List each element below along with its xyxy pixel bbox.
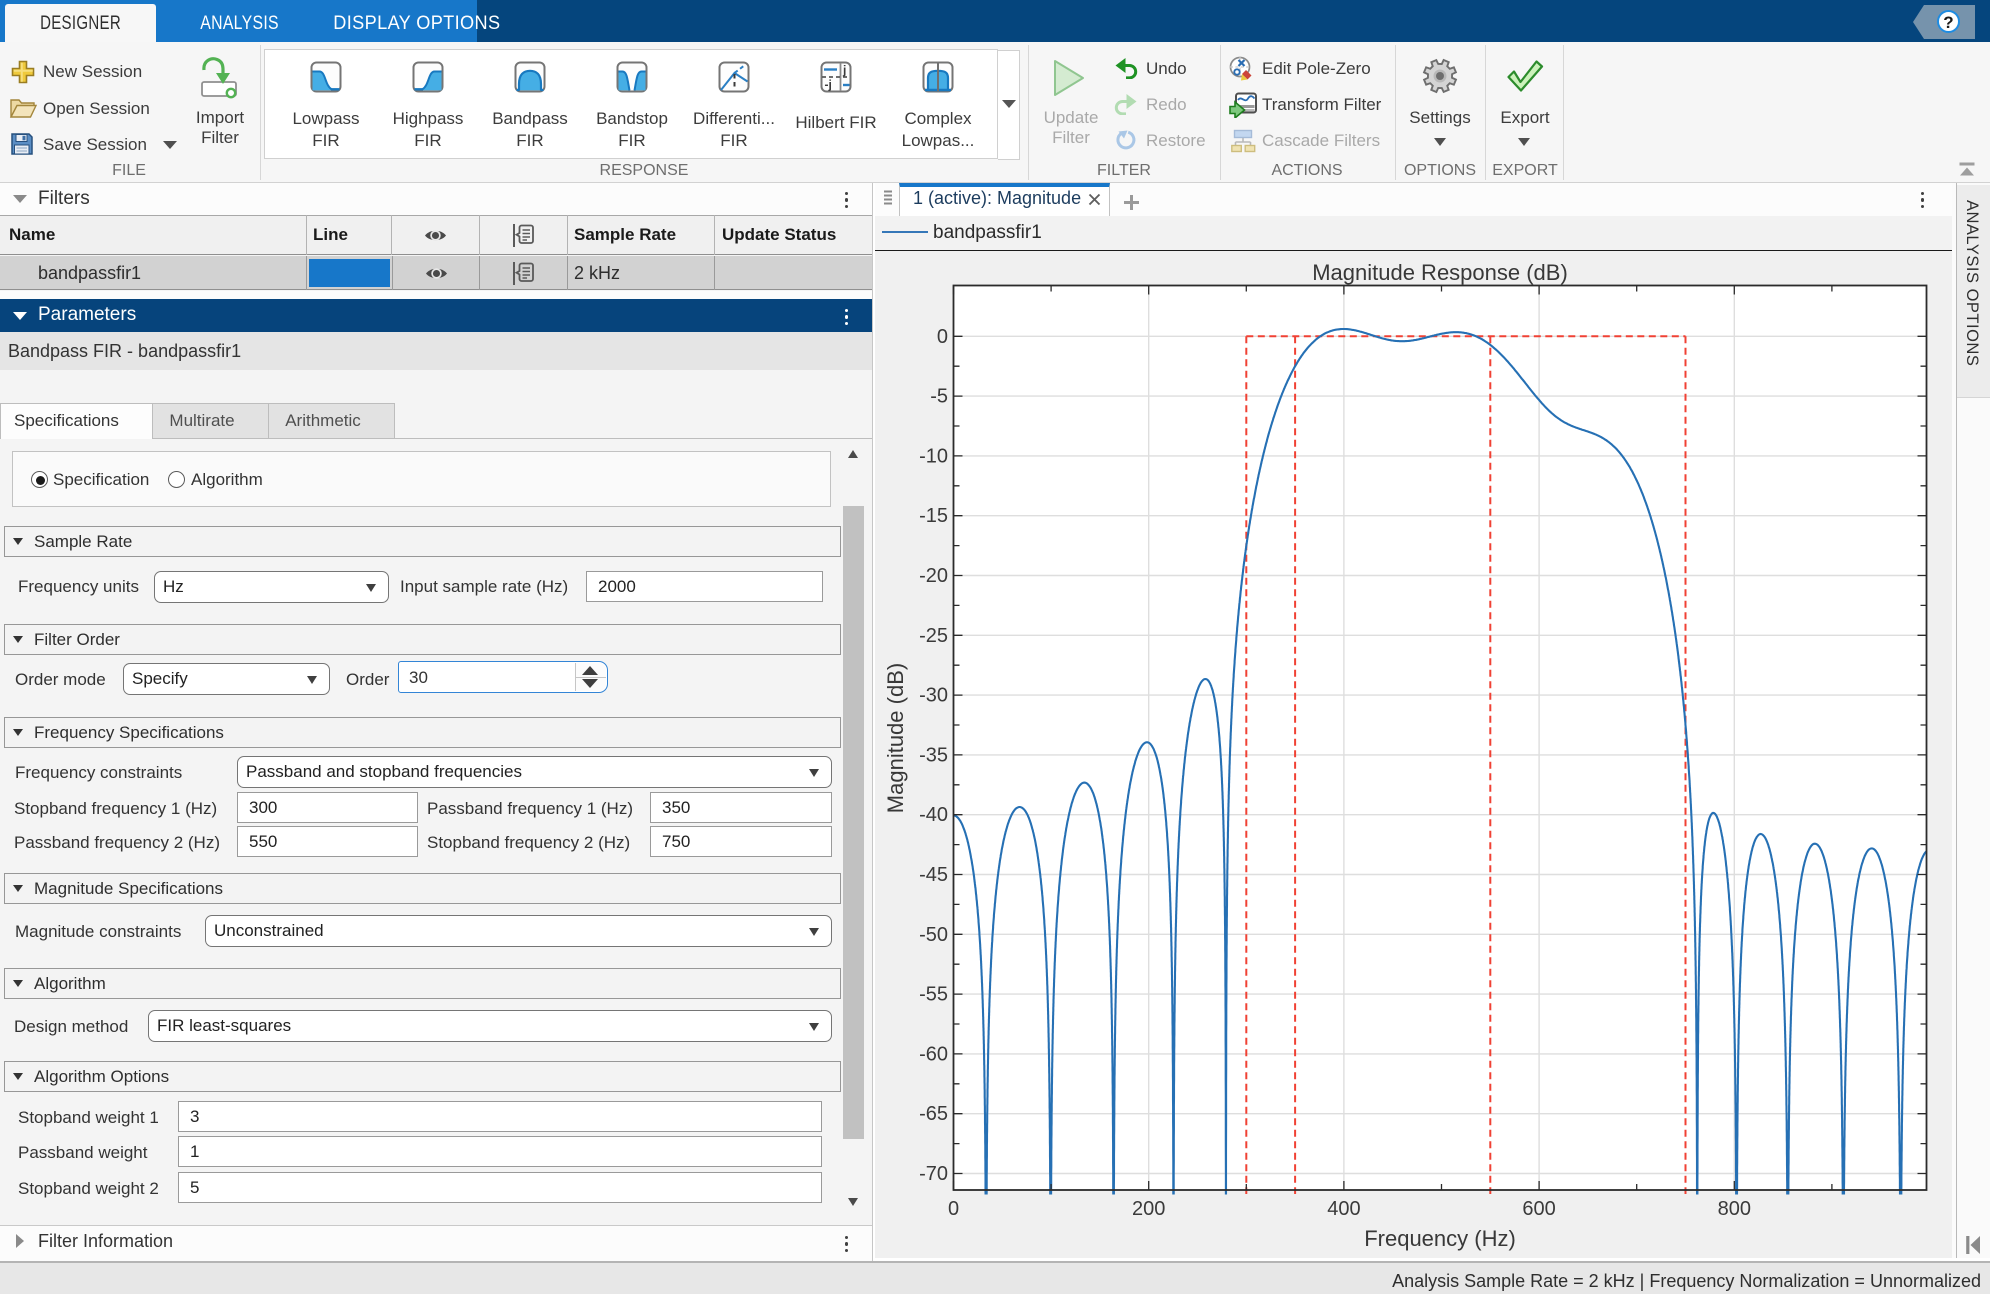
svg-text:-5: -5 (930, 386, 948, 408)
svg-text:200: 200 (1132, 1198, 1165, 1220)
svg-text:0: 0 (948, 1198, 959, 1220)
svg-text:800: 800 (1718, 1198, 1751, 1220)
svg-text:-45: -45 (919, 864, 948, 886)
svg-text:600: 600 (1522, 1198, 1555, 1220)
svg-text:-40: -40 (919, 804, 948, 826)
svg-text:-10: -10 (919, 445, 948, 467)
svg-text:0: 0 (937, 326, 948, 348)
svg-text:-65: -65 (919, 1103, 948, 1125)
svg-text:-20: -20 (919, 565, 948, 587)
svg-text:-70: -70 (919, 1163, 948, 1185)
svg-text:-j: -j (825, 78, 832, 92)
svg-text:j: j (842, 63, 846, 77)
svg-text:-25: -25 (919, 625, 948, 647)
svg-text:Magnitude (dB): Magnitude (dB) (883, 663, 908, 813)
svg-text:400: 400 (1327, 1198, 1360, 1220)
svg-text:-50: -50 (919, 924, 948, 946)
svg-text:-15: -15 (919, 505, 948, 527)
svg-text:-55: -55 (919, 984, 948, 1006)
svg-text:Frequency (Hz): Frequency (Hz) (1364, 1226, 1516, 1251)
svg-text:-60: -60 (919, 1043, 948, 1065)
svg-text:-30: -30 (919, 685, 948, 707)
svg-text:-35: -35 (919, 744, 948, 766)
svg-text:Magnitude Response (dB): Magnitude Response (dB) (1312, 260, 1568, 285)
